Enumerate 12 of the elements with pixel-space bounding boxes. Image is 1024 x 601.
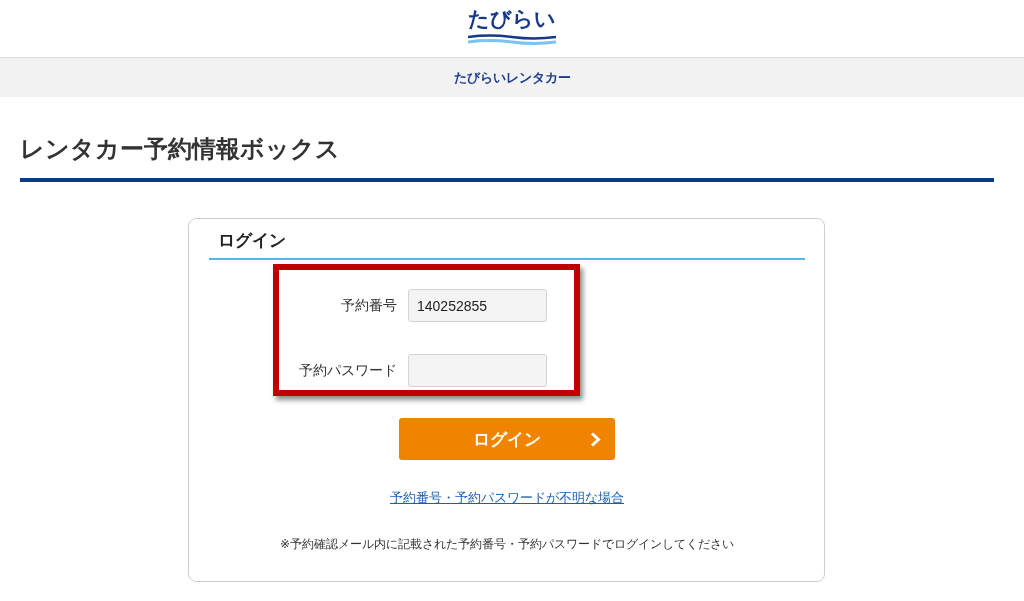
- field-label: 予約番号: [341, 297, 397, 313]
- input-field[interactable]: 140252855: [408, 289, 547, 322]
- page-title: レンタカー予約情報ボックス: [20, 134, 340, 164]
- field-label: 予約パスワード: [299, 362, 397, 378]
- note-text: ※予約確認メール内に記載された予約番号・予約パスワードでログインしてください: [279, 536, 735, 553]
- panel-title: ログイン: [218, 230, 286, 252]
- chevron-right-icon: [590, 432, 601, 447]
- nav-title[interactable]: たびらいレンタカー: [453, 68, 571, 87]
- help-link[interactable]: 予約番号・予約パスワードが不明な場合: [390, 489, 624, 507]
- wave-icon: [468, 34, 556, 45]
- logo-text: たびらい: [468, 6, 556, 32]
- input-field[interactable]: [408, 354, 547, 387]
